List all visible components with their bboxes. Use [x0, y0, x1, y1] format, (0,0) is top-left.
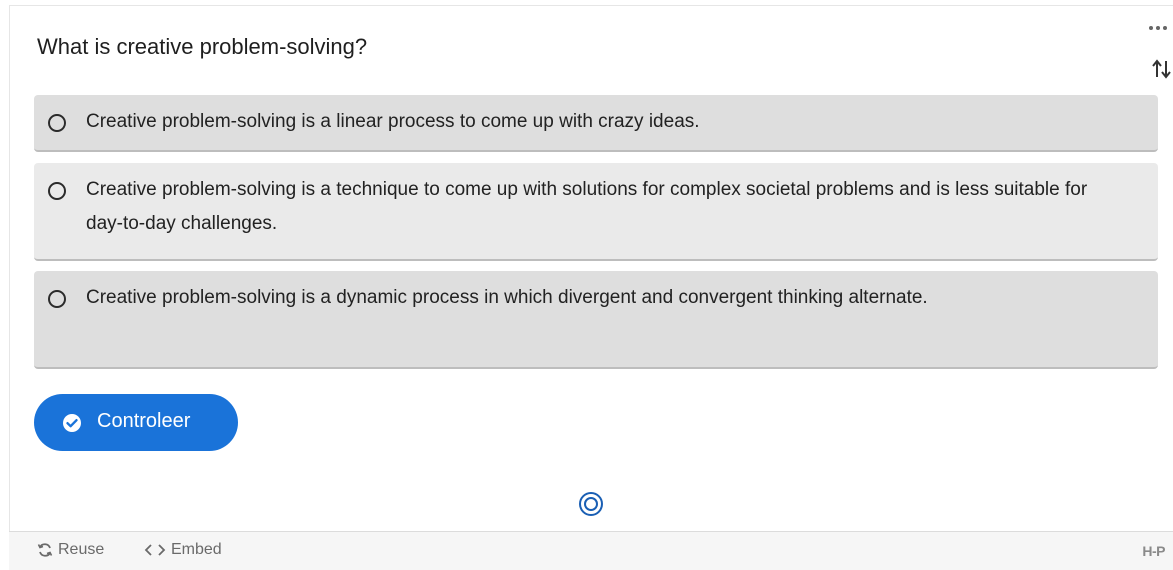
radio-button[interactable]	[48, 182, 66, 200]
embed-icon	[144, 544, 166, 556]
h5p-brand-logo: H-P	[1142, 543, 1165, 559]
reuse-link[interactable]: Reuse	[37, 541, 104, 559]
answer-option-label: Creative problem-solving is a linear pro…	[86, 111, 700, 132]
question-title: What is creative problem-solving?	[37, 34, 368, 59]
radio-button[interactable]	[48, 114, 66, 132]
footer-bar: Reuse Embed H-P	[9, 531, 1173, 570]
reuse-icon	[37, 543, 53, 557]
sort-arrows-icon[interactable]	[1151, 57, 1173, 81]
h5p-circle-icon	[579, 492, 603, 516]
embed-label: Embed	[171, 541, 222, 558]
more-horizontal-icon[interactable]	[1145, 20, 1173, 36]
check-circle-icon	[63, 414, 81, 432]
answer-option-label: Creative problem-solving is a technique …	[86, 179, 1088, 234]
answer-option-2[interactable]: Creative problem-solving is a technique …	[34, 163, 1158, 261]
reuse-label: Reuse	[58, 541, 105, 558]
answer-option-1[interactable]: Creative problem-solving is a linear pro…	[34, 95, 1158, 152]
answer-option-3[interactable]: Creative problem-solving is a dynamic pr…	[34, 271, 1158, 369]
radio-button[interactable]	[48, 290, 66, 308]
answer-option-label: Creative problem-solving is a dynamic pr…	[86, 287, 928, 308]
check-answer-button[interactable]: Controleer	[34, 394, 238, 451]
check-button-label: Controleer	[97, 410, 191, 432]
embed-link[interactable]: Embed	[144, 541, 222, 559]
